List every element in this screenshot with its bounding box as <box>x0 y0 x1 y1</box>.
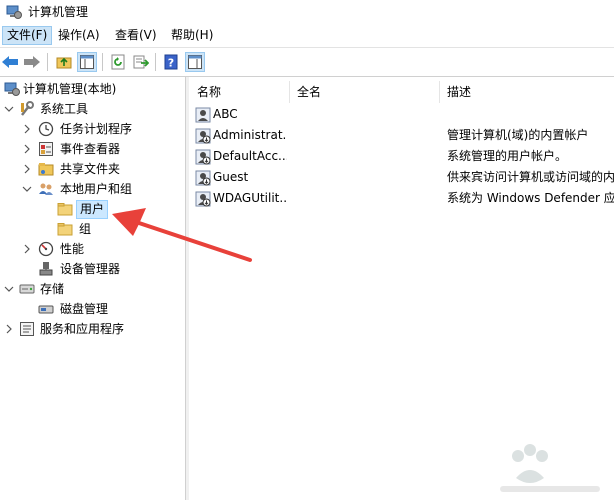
tree-item-performance[interactable]: 性能 <box>0 239 185 259</box>
device-manager-icon <box>39 262 53 276</box>
tree-item-label: 计算机管理(本地) <box>23 82 117 96</box>
list-item[interactable]: WDAGUtilit... 系统为 Windows Defender 应 <box>189 188 614 209</box>
navigation-tree: 计算机管理(本地) 系统工具 任务计划程序 事件查看器 共享文件夹 本地用户和组… <box>0 77 186 500</box>
list-item[interactable]: DefaultAcc... 系统管理的用户帐户。 <box>189 146 614 167</box>
list-item-name: Administrat... <box>213 128 287 142</box>
computer-management-icon <box>4 82 20 96</box>
svg-text:?: ? <box>168 57 174 70</box>
tree-item-label: 本地用户和组 <box>60 182 133 196</box>
tree-item-system-tools[interactable]: 系统工具 <box>0 99 185 119</box>
column-header-name[interactable]: 名称 <box>197 81 221 103</box>
help-icon[interactable]: ? <box>161 52 181 72</box>
performance-icon <box>38 241 54 257</box>
tree-item-task-scheduler[interactable]: 任务计划程序 <box>0 119 185 139</box>
menu-file[interactable]: 文件(F) <box>2 26 53 45</box>
tree-item-label: 用户 <box>76 200 109 219</box>
chevron-right-icon[interactable] <box>21 139 33 159</box>
list-item-description: 供来宾访问计算机或访问域的内 <box>447 170 614 184</box>
column-header-fullname[interactable]: 全名 <box>297 81 321 103</box>
list-item-name: Guest <box>213 170 249 184</box>
tree-item-label: 共享文件夹 <box>60 162 121 176</box>
list-item-name: DefaultAcc... <box>213 149 287 163</box>
chevron-right-icon[interactable] <box>21 119 33 139</box>
list-item-name: ABC <box>213 107 238 121</box>
column-header-description[interactable]: 描述 <box>447 81 471 103</box>
tree-item-label: 设备管理器 <box>60 262 121 276</box>
tree-item-local-users-groups[interactable]: 本地用户和组 <box>0 179 185 199</box>
chevron-down-icon[interactable] <box>3 279 15 299</box>
list-item-description: 系统为 Windows Defender 应 <box>447 191 614 205</box>
task-scheduler-icon <box>38 121 54 137</box>
disabled-user-account-icon <box>195 128 211 144</box>
local-users-groups-icon <box>39 183 53 195</box>
tree-item-computer-management[interactable]: 计算机管理(本地) <box>0 79 185 99</box>
list-item-description: 系统管理的用户帐户。 <box>447 149 568 163</box>
menu-action[interactable]: 操作(A) <box>54 27 104 44</box>
event-viewer-icon <box>39 142 53 156</box>
disabled-user-account-icon <box>195 149 211 165</box>
list-item[interactable]: Administrat... 管理计算机(域)的内置帐户 <box>189 125 614 146</box>
refresh-icon[interactable] <box>108 52 128 72</box>
shared-folder-icon <box>38 163 54 176</box>
tree-item-label: 系统工具 <box>40 102 89 116</box>
chevron-down-icon[interactable] <box>21 179 33 199</box>
tree-item-storage[interactable]: 存储 <box>0 279 185 299</box>
tree-item-label: 组 <box>79 222 92 236</box>
chevron-right-icon[interactable] <box>21 159 33 179</box>
disabled-user-account-icon <box>195 170 211 186</box>
tree-item-label: 任务计划程序 <box>60 122 133 136</box>
show-hide-tree-icon[interactable] <box>77 52 97 72</box>
tree-item-label: 存储 <box>40 282 65 296</box>
user-account-icon <box>195 107 211 123</box>
watermark-logo <box>500 444 600 492</box>
window-title: 计算机管理 <box>28 5 89 19</box>
up-folder-icon[interactable] <box>54 52 74 72</box>
properties-icon[interactable] <box>185 52 205 72</box>
folder-icon <box>57 223 73 236</box>
system-tools-icon <box>21 101 34 116</box>
tree-item-shared-folders[interactable]: 共享文件夹 <box>0 159 185 179</box>
chevron-down-icon[interactable] <box>3 99 15 119</box>
storage-icon <box>19 284 35 294</box>
title-bar: 计算机管理 <box>0 0 614 24</box>
tree-item-users[interactable]: 用户 <box>0 199 185 219</box>
toolbar: ? <box>0 47 614 77</box>
tree-item-device-manager[interactable]: 设备管理器 <box>0 259 185 279</box>
list-item[interactable]: Guest 供来宾访问计算机或访问域的内 <box>189 167 614 188</box>
list-item[interactable]: ABC <box>189 104 614 125</box>
folder-icon <box>57 203 73 216</box>
tree-item-groups[interactable]: 组 <box>0 219 185 239</box>
disabled-user-account-icon <box>195 191 211 207</box>
tree-item-label: 事件查看器 <box>60 142 121 156</box>
export-list-icon[interactable] <box>131 52 151 72</box>
list-item-name: WDAGUtilit... <box>213 191 287 205</box>
forward-arrow-icon[interactable] <box>22 52 42 72</box>
tree-item-services-apps[interactable]: 服务和应用程序 <box>0 319 185 339</box>
chevron-right-icon[interactable] <box>3 319 15 339</box>
menu-view[interactable]: 查看(V) <box>111 27 161 44</box>
tree-item-disk-management[interactable]: 磁盘管理 <box>0 299 185 319</box>
menu-help[interactable]: 帮助(H) <box>167 27 217 44</box>
tree-item-label: 服务和应用程序 <box>40 322 125 336</box>
user-list-view: 名称 全名 描述 ABC Administrat... 管理计算机(域)的内置帐… <box>189 77 614 500</box>
list-item-description: 管理计算机(域)的内置帐户 <box>447 128 589 142</box>
computer-management-app-icon <box>6 5 22 19</box>
disk-management-icon <box>38 305 54 314</box>
tree-item-label: 性能 <box>60 242 85 256</box>
services-apps-icon <box>20 322 34 336</box>
tree-item-label: 磁盘管理 <box>60 302 109 316</box>
menu-bar: 文件(F) 操作(A) 查看(V) 帮助(H) <box>0 24 614 46</box>
back-arrow-icon[interactable] <box>0 52 20 72</box>
chevron-right-icon[interactable] <box>21 239 33 259</box>
tree-item-event-viewer[interactable]: 事件查看器 <box>0 139 185 159</box>
